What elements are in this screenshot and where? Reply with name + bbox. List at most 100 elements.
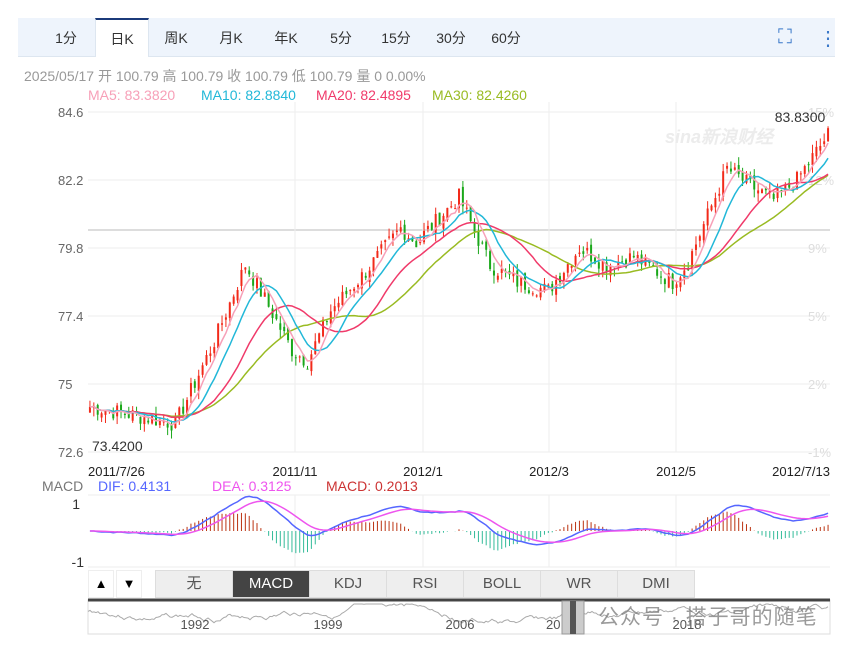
candle bbox=[322, 319, 325, 337]
sina-logo: sina新浪财经 bbox=[665, 127, 776, 147]
min-price-label: 73.4200 bbox=[92, 438, 143, 454]
candle bbox=[100, 413, 103, 418]
candle bbox=[570, 266, 573, 268]
candle bbox=[356, 285, 359, 288]
move-up-button[interactable]: ▲ bbox=[88, 570, 114, 598]
indicator-tab-3[interactable]: RSI bbox=[386, 570, 464, 598]
candle bbox=[807, 164, 810, 166]
y-tick: 75 bbox=[58, 377, 72, 392]
x-tick: 2012/1 bbox=[403, 464, 443, 479]
candle bbox=[349, 290, 352, 292]
candle bbox=[729, 168, 732, 172]
candle bbox=[236, 290, 239, 301]
candle bbox=[477, 230, 480, 246]
candle bbox=[660, 276, 663, 278]
candle bbox=[450, 206, 453, 208]
candle bbox=[434, 213, 437, 234]
candle bbox=[279, 323, 282, 330]
candle bbox=[104, 410, 107, 415]
candle bbox=[306, 368, 309, 370]
candle bbox=[520, 277, 523, 286]
candle bbox=[803, 166, 806, 174]
indicator-tab-0[interactable]: 无 bbox=[155, 570, 233, 598]
move-down-button[interactable]: ▼ bbox=[116, 570, 142, 598]
candle bbox=[391, 233, 394, 239]
candle bbox=[815, 146, 818, 157]
candle bbox=[761, 189, 764, 194]
candle bbox=[232, 296, 235, 304]
candle bbox=[376, 250, 379, 258]
minimap-year: 1992 bbox=[181, 617, 210, 632]
candle bbox=[283, 326, 286, 332]
candle bbox=[710, 205, 713, 211]
candle bbox=[123, 413, 126, 415]
candle bbox=[255, 278, 258, 289]
candle bbox=[224, 317, 227, 320]
candle bbox=[244, 267, 247, 270]
candle bbox=[663, 279, 666, 285]
candle bbox=[88, 406, 91, 413]
candle bbox=[799, 173, 802, 175]
indicator-tab-2[interactable]: KDJ bbox=[309, 570, 387, 598]
candle bbox=[143, 417, 146, 425]
candle bbox=[333, 306, 336, 312]
indicator-tab-6[interactable]: DMI bbox=[617, 570, 695, 598]
candle bbox=[275, 314, 278, 320]
candle bbox=[345, 290, 348, 295]
candle bbox=[776, 188, 779, 199]
y-tick: 77.4 bbox=[58, 309, 83, 324]
candle bbox=[426, 225, 429, 230]
candle bbox=[698, 236, 701, 241]
dif-line bbox=[89, 495, 829, 546]
candle bbox=[290, 339, 293, 357]
minimap-selection bbox=[570, 601, 576, 634]
candle bbox=[298, 356, 301, 358]
candle bbox=[353, 288, 356, 291]
candle bbox=[454, 208, 457, 210]
candle bbox=[403, 224, 406, 240]
candle bbox=[329, 311, 332, 324]
macd-tick: -1 bbox=[72, 554, 85, 570]
candle bbox=[578, 252, 581, 254]
candle bbox=[189, 383, 192, 397]
indicator-tab-5[interactable]: WR bbox=[540, 570, 618, 598]
candle bbox=[827, 128, 830, 142]
candle bbox=[465, 207, 468, 209]
y-tick: 82.2 bbox=[58, 173, 83, 188]
y-tick: 79.8 bbox=[58, 241, 83, 256]
dif-label: DIF: 0.4131 bbox=[98, 478, 172, 494]
candle bbox=[714, 198, 717, 208]
x-tick: 2011/11 bbox=[272, 464, 317, 479]
dea-label: DEA: 0.3125 bbox=[212, 478, 292, 494]
y-tick: 72.6 bbox=[58, 445, 83, 460]
candle bbox=[531, 293, 534, 295]
candle bbox=[586, 247, 589, 251]
candle bbox=[325, 321, 328, 323]
pct-tick: 5% bbox=[808, 309, 827, 324]
candle bbox=[193, 381, 196, 388]
candle bbox=[364, 275, 367, 278]
candle bbox=[621, 261, 624, 263]
candle bbox=[139, 417, 142, 424]
minimap-year: 2006 bbox=[446, 617, 475, 632]
candle bbox=[702, 224, 705, 241]
candle bbox=[473, 222, 476, 232]
indicator-tab-1[interactable]: MACD bbox=[232, 570, 310, 598]
candle bbox=[217, 323, 220, 349]
candle bbox=[527, 290, 530, 294]
macd-name: MACD bbox=[42, 478, 84, 494]
candle bbox=[706, 208, 709, 226]
ma5-line bbox=[89, 142, 829, 426]
pct-tick: 2% bbox=[808, 377, 827, 392]
kline-chart[interactable]: 84.6 15%82.2 12%79.8 9%77.4 5%75 2%72.6 -1%201… bbox=[0, 0, 861, 649]
candle bbox=[562, 272, 565, 282]
candle bbox=[182, 406, 185, 414]
candle bbox=[415, 241, 418, 248]
candle bbox=[388, 236, 391, 238]
candle bbox=[337, 302, 340, 308]
candle bbox=[492, 270, 495, 276]
candle bbox=[823, 141, 826, 145]
max-price-label: 83.8300 bbox=[775, 109, 826, 125]
candle bbox=[395, 230, 398, 232]
indicator-tab-4[interactable]: BOLL bbox=[463, 570, 541, 598]
